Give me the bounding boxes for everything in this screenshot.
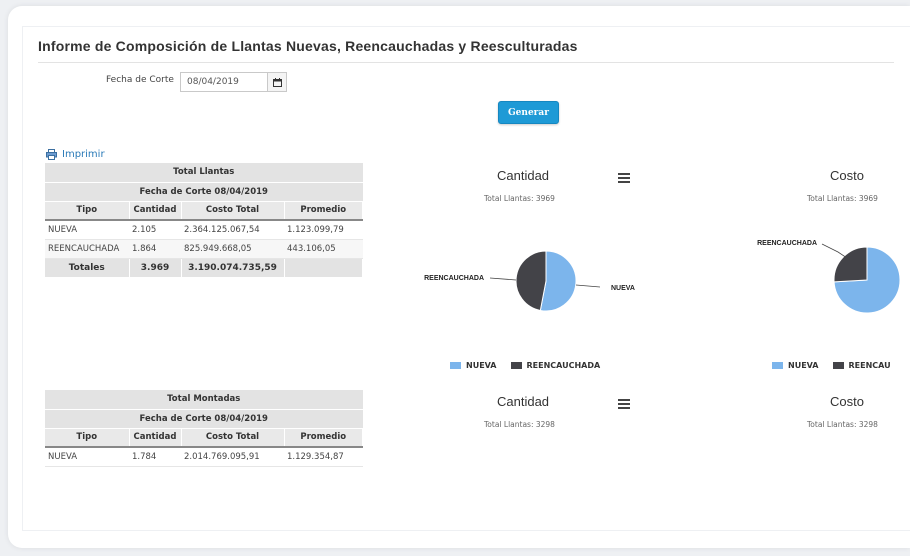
- chart-menu-icon[interactable]: [618, 399, 630, 409]
- title-divider: [38, 62, 894, 63]
- col-header-promedio: Promedio: [284, 201, 363, 221]
- totals-label: Totales: [45, 258, 130, 277]
- cell-tipo: NUEVA: [45, 447, 129, 467]
- chart-costo-title: Costo: [830, 168, 864, 183]
- col-header-tipo: Tipo: [45, 428, 130, 448]
- pie-label-connector: [489, 277, 517, 281]
- fecha-corte-label: Fecha de Corte: [106, 75, 174, 85]
- col-header-costo-total: Costo Total: [181, 428, 285, 448]
- table-row: REENCAUCHADA 1.864 825.949.668,05 443.10…: [45, 239, 363, 259]
- table-subtitle: Fecha de Corte 08/04/2019: [45, 182, 363, 202]
- calendar-button[interactable]: [267, 73, 286, 91]
- table-title: Total Montadas: [45, 390, 363, 410]
- cell-cantidad: 1.784: [129, 447, 181, 467]
- totals-cantidad: 3.969: [129, 258, 182, 277]
- pie-label-connector: [575, 284, 601, 288]
- legend-label: NUEVA: [788, 361, 819, 370]
- chart-cantidad-montadas-title: Cantidad: [497, 394, 550, 409]
- chart-costo-legend: NUEVA REENCAU: [772, 361, 891, 370]
- chart-costo-pie: REENCAUCHADA: [757, 240, 901, 314]
- cell-tipo: REENCAUCHADA: [45, 239, 129, 259]
- col-header-promedio: Promedio: [284, 428, 363, 448]
- pie-data-label: NUEVA: [611, 285, 635, 292]
- pie-data-label: REENCAUCHADA: [757, 240, 817, 247]
- legend-label: REENCAU: [848, 361, 891, 370]
- cell-promedio: 443.106,05: [284, 239, 363, 259]
- legend-label: REENCAUCHADA: [526, 361, 601, 370]
- pie-data-label: REENCAUCHADA: [424, 275, 484, 282]
- col-header-cantidad: Cantidad: [129, 428, 182, 448]
- table-row: NUEVA 2.105 2.364.125.067,54 1.123.099,7…: [45, 220, 363, 240]
- cell-promedio: 1.123.099,79: [284, 220, 363, 240]
- chart-cantidad-pie: NUEVA REENCAUCHADA: [424, 250, 635, 312]
- col-header-costo-total: Costo Total: [181, 201, 285, 221]
- cell-tipo: NUEVA: [45, 220, 129, 240]
- table-title: Total Llantas: [45, 163, 363, 183]
- generar-button[interactable]: Generar: [498, 101, 559, 124]
- legend-swatch-reencauchada: [510, 362, 522, 369]
- chart-cantidad-legend: NUEVA REENCAUCHADA: [450, 361, 600, 370]
- chart-cantidad-subtitle: Total Llantas: 3969: [484, 194, 555, 203]
- chart-cantidad-montadas-subtitle: Total Llantas: 3298: [484, 420, 555, 429]
- total-llantas-table: Total Llantas Fecha de Corte 08/04/2019 …: [45, 163, 363, 277]
- legend-item-nueva[interactable]: NUEVA: [450, 361, 497, 370]
- fecha-corte-field: [180, 72, 287, 92]
- cell-cantidad: 2.105: [129, 220, 181, 240]
- pie-label-connector: [821, 243, 851, 261]
- col-header-tipo: Tipo: [45, 201, 130, 221]
- imprimir-label: Imprimir: [62, 149, 105, 160]
- totals-costo-total: 3.190.074.735,59: [181, 258, 285, 277]
- totals-row: Totales 3.969 3.190.074.735,59: [45, 258, 363, 277]
- legend-swatch-nueva: [772, 362, 783, 369]
- chart-cantidad-title: Cantidad: [497, 168, 550, 183]
- legend-item-nueva[interactable]: NUEVA: [772, 361, 819, 370]
- chart-costo-montadas-subtitle: Total Llantas: 3298: [807, 420, 878, 429]
- printer-icon: [46, 149, 57, 160]
- calendar-icon: [272, 77, 282, 87]
- total-montadas-table: Total Montadas Fecha de Corte 08/04/2019…: [45, 390, 363, 467]
- table-subtitle: Fecha de Corte 08/04/2019: [45, 409, 363, 429]
- cell-costo-total: 2.014.769.095,91: [181, 447, 284, 467]
- col-header-cantidad: Cantidad: [129, 201, 182, 221]
- table-row: NUEVA 1.784 2.014.769.095,91 1.129.354,8…: [45, 447, 363, 467]
- pie-slice-reencauchada[interactable]: [515, 250, 547, 312]
- fecha-corte-input[interactable]: [181, 73, 267, 91]
- page-title: Informe de Composición de Llantas Nuevas…: [38, 38, 578, 54]
- legend-item-reencauchada[interactable]: REENCAU: [832, 361, 891, 370]
- chart-menu-icon[interactable]: [618, 173, 630, 183]
- chart-costo-montadas-title: Costo: [830, 394, 864, 409]
- legend-swatch-nueva: [450, 362, 461, 369]
- chart-costo-subtitle: Total Llantas: 3969: [807, 194, 878, 203]
- cell-costo-total: 825.949.668,05: [181, 239, 284, 259]
- legend-label: NUEVA: [466, 361, 497, 370]
- legend-swatch-reencauchada: [832, 362, 844, 369]
- imprimir-link[interactable]: Imprimir: [46, 149, 105, 160]
- cell-promedio: 1.129.354,87: [284, 447, 363, 467]
- cell-cantidad: 1.864: [129, 239, 181, 259]
- totals-promedio: [284, 258, 363, 277]
- legend-item-reencauchada[interactable]: REENCAUCHADA: [510, 361, 601, 370]
- cell-costo-total: 2.364.125.067,54: [181, 220, 284, 240]
